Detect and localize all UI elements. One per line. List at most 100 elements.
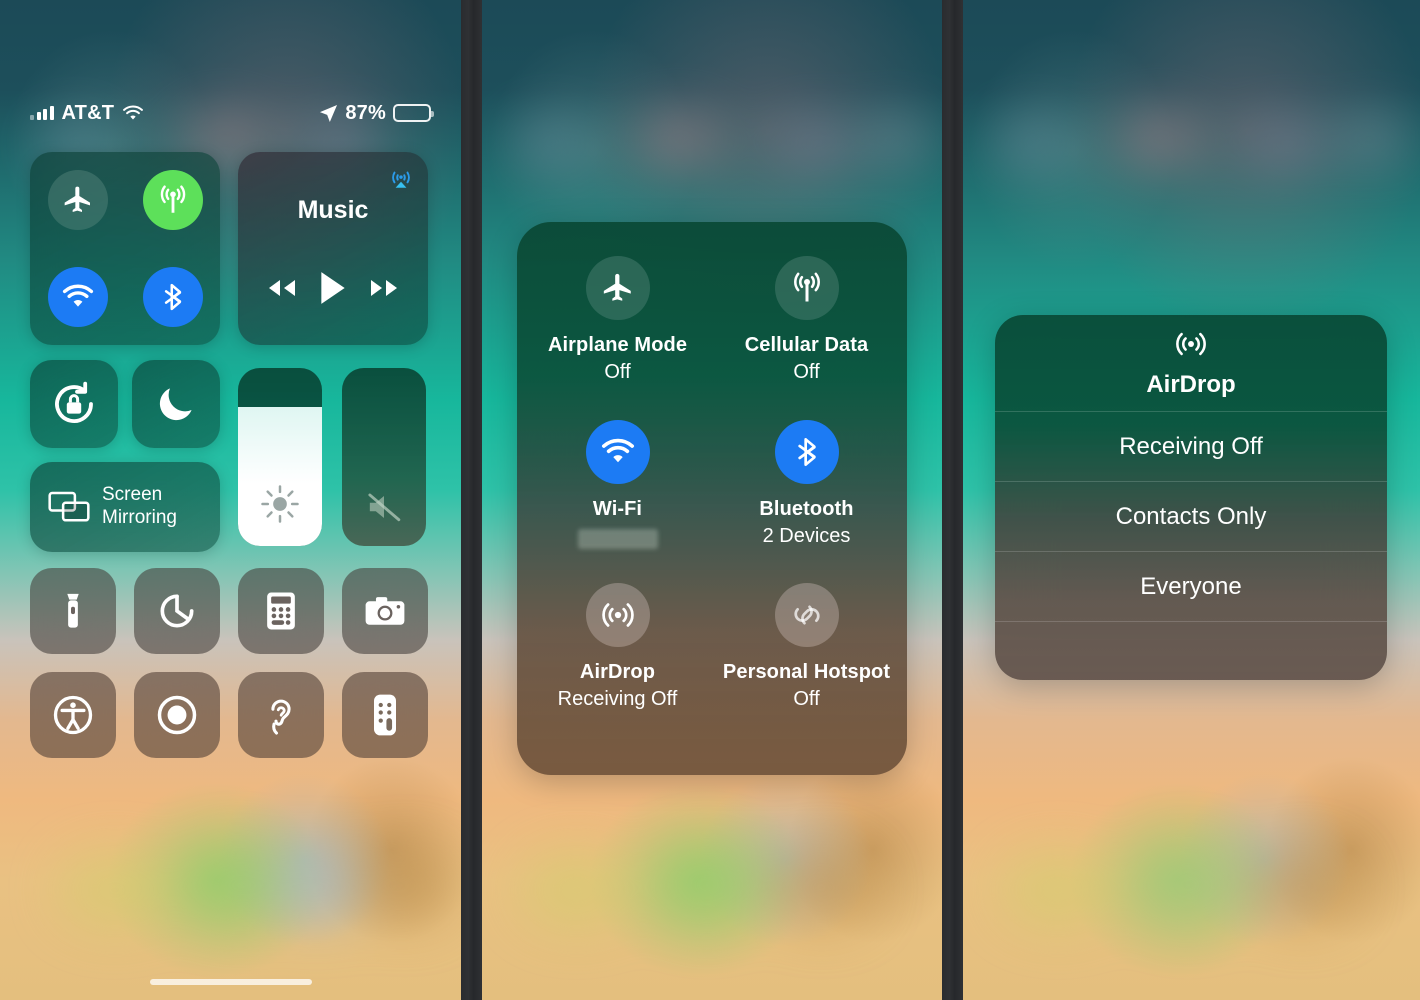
rewind-icon[interactable]	[263, 276, 299, 305]
airplane-icon	[64, 186, 90, 213]
cellular-data-toggle[interactable]	[774, 256, 839, 320]
airplay-audio-icon[interactable]	[388, 165, 414, 196]
personal-hotspot-tile[interactable]: Personal Hotspot Off	[712, 583, 901, 747]
airdrop-menu-footer	[995, 622, 1387, 677]
brightness-slider[interactable]	[238, 368, 322, 546]
ear-icon	[271, 699, 291, 735]
wifi-icon	[601, 438, 634, 462]
battery-percent-label: 87%	[345, 101, 386, 124]
music-controls	[238, 270, 428, 311]
carrier-label: AT&T	[61, 101, 115, 124]
personal-hotspot-toggle[interactable]	[774, 583, 839, 648]
wifi-tile[interactable]: Wi-Fi	[523, 419, 712, 584]
flashlight-button[interactable]	[30, 568, 116, 654]
wifi-toggle[interactable]	[585, 419, 650, 484]
screen-mirroring-line2: Mirroring	[102, 507, 177, 528]
cellular-data-label: Cellular Data	[744, 334, 869, 356]
brightness-slider-fill	[238, 407, 322, 546]
personal-hotspot-state: Off	[793, 688, 820, 711]
timer-button[interactable]	[134, 568, 220, 654]
cellular-antenna-icon	[793, 272, 820, 302]
app-shortcuts	[30, 568, 428, 758]
airdrop-tile[interactable]: AirDrop Receiving Off	[523, 583, 712, 747]
connectivity-card[interactable]	[30, 152, 220, 345]
camera-button[interactable]	[342, 568, 428, 654]
camera-icon	[365, 597, 405, 625]
airdrop-menu-header: AirDrop	[995, 315, 1387, 412]
battery-icon	[393, 104, 434, 122]
status-bar-right: 87%	[319, 101, 434, 125]
calculator-icon	[267, 592, 295, 630]
fast-forward-icon[interactable]	[367, 276, 403, 305]
bluetooth-icon	[164, 283, 181, 310]
airdrop-toggle[interactable]	[585, 583, 650, 648]
screen-divider-2	[942, 0, 963, 1000]
bluetooth-tile[interactable]: Bluetooth 2 Devices	[712, 419, 901, 584]
airdrop-icon	[601, 603, 634, 628]
airdrop-options-menu[interactable]: AirDrop Receiving Off Contacts Only Ever…	[995, 315, 1387, 680]
status-bar-left: AT&T	[30, 102, 144, 125]
airplane-mode-toggle[interactable]	[585, 256, 650, 320]
airplane-mode-label: Airplane Mode	[547, 334, 688, 356]
airdrop-label: AirDrop	[579, 661, 656, 684]
hearing-button[interactable]	[238, 672, 324, 758]
bluetooth-toggle[interactable]	[142, 266, 203, 327]
cellular-data-tile[interactable]: Cellular Data Off	[712, 256, 901, 420]
wifi-network-name-redacted	[577, 528, 658, 549]
wifi-label: Wi-Fi	[592, 497, 643, 520]
rotation-lock-button[interactable]	[30, 360, 118, 448]
apple-tv-remote-button[interactable]	[342, 672, 428, 758]
app-shortcuts-row-1	[30, 568, 428, 654]
cellular-signal-icon	[30, 106, 54, 120]
airdrop-state: Receiving Off	[557, 688, 678, 711]
location-arrow-icon	[320, 104, 338, 122]
bluetooth-label: Bluetooth	[759, 497, 854, 520]
screen-mirroring-icon	[48, 491, 90, 522]
screenshot-root: AT&T 87% Music Screen Mirroring Airplane…	[0, 0, 1420, 1000]
tv-remote-icon	[374, 694, 396, 736]
cellular-data-state: Off	[793, 361, 820, 383]
bluetooth-icon	[797, 437, 816, 466]
wifi-toggle[interactable]	[47, 266, 108, 327]
screen-mirroring-line1: Screen	[102, 484, 163, 506]
volume-slider[interactable]	[342, 368, 426, 546]
rotation-lock-icon	[55, 381, 93, 423]
airplane-icon	[603, 273, 631, 301]
airdrop-option-receiving-off[interactable]: Receiving Off	[995, 412, 1387, 482]
airdrop-menu-title: AirDrop	[1146, 371, 1236, 398]
screen-record-icon	[157, 695, 197, 735]
brightness-sun-icon	[238, 484, 322, 524]
accessibility-button[interactable]	[30, 672, 116, 758]
airplane-mode-toggle[interactable]	[47, 170, 108, 231]
flashlight-icon	[67, 593, 79, 628]
music-card[interactable]: Music	[238, 152, 428, 345]
cellular-data-toggle[interactable]	[142, 170, 203, 231]
wifi-icon	[123, 105, 144, 120]
timer-icon	[160, 594, 194, 628]
airdrop-option-everyone[interactable]: Everyone	[995, 552, 1387, 622]
calculator-button[interactable]	[238, 568, 324, 654]
status-bar: AT&T 87%	[0, 98, 461, 128]
cellular-antenna-icon	[160, 185, 185, 213]
left-screen: AT&T 87% Music Screen Mirroring	[0, 0, 461, 1000]
screen-mirroring-button[interactable]: Screen Mirroring	[30, 462, 220, 552]
app-shortcuts-row-2	[30, 672, 428, 758]
accessibility-icon	[53, 695, 93, 735]
personal-hotspot-label: Personal Hotspot	[722, 661, 891, 684]
moon-icon	[159, 388, 192, 421]
home-indicator[interactable]	[149, 979, 312, 985]
screen-divider-1	[461, 0, 482, 1000]
bluetooth-state: 2 Devices	[762, 524, 851, 547]
airdrop-icon	[1176, 332, 1206, 356]
wifi-icon	[62, 284, 93, 307]
airplane-mode-state: Off	[604, 361, 631, 383]
play-icon[interactable]	[317, 270, 349, 311]
expanded-connectivity-card[interactable]: Airplane Mode Off Cellular Data Off Wi-F…	[517, 222, 907, 775]
screen-mirroring-label: Screen Mirroring	[102, 484, 177, 530]
music-title: Music	[297, 196, 369, 224]
do-not-disturb-button[interactable]	[132, 360, 220, 448]
airdrop-option-contacts-only[interactable]: Contacts Only	[995, 482, 1387, 552]
screen-recording-button[interactable]	[134, 672, 220, 758]
airplane-mode-tile[interactable]: Airplane Mode Off	[523, 256, 712, 420]
bluetooth-toggle[interactable]	[774, 419, 839, 484]
